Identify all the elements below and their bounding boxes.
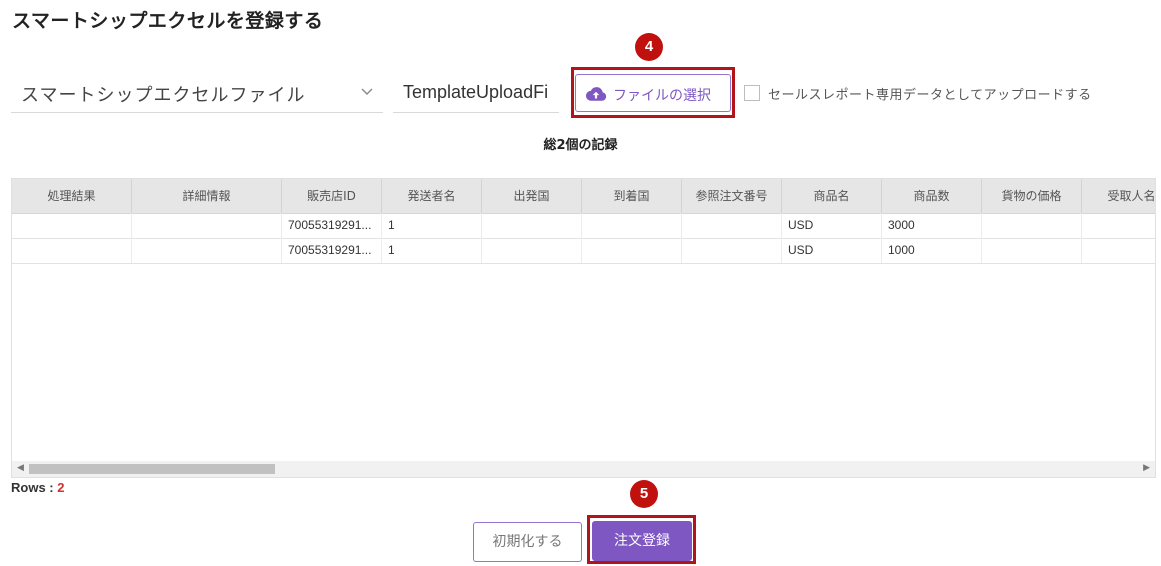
sales-report-checkbox[interactable]: [744, 85, 760, 101]
highlight-select-file: [571, 67, 735, 118]
column-header[interactable]: 参照注文番号: [682, 179, 782, 213]
column-header[interactable]: 発送者名: [382, 179, 482, 213]
page-title: スマートシップエクセルを登録する: [12, 10, 324, 32]
table-cell: [682, 213, 782, 238]
table-row[interactable]: 70055319291... 1 USD 3000: [12, 213, 1155, 239]
reset-button[interactable]: 初期化する: [473, 522, 582, 562]
column-header[interactable]: 処理結果: [12, 179, 132, 213]
step-badge-4: 4: [635, 33, 663, 61]
column-header[interactable]: 商品数: [882, 179, 982, 213]
table-cell: 70055319291...: [282, 213, 382, 238]
table-row[interactable]: 70055319291... 1 USD 1000: [12, 238, 1155, 264]
sales-report-checkbox-label: セールスレポート専用データとしてアップロードする: [768, 88, 1092, 103]
column-header[interactable]: 詳細情報: [132, 179, 282, 213]
column-header[interactable]: 販売店ID: [282, 179, 382, 213]
column-header[interactable]: 貨物の価格: [982, 179, 1082, 213]
column-header[interactable]: 到着国: [582, 179, 682, 213]
file-name-input[interactable]: TemplateUploadFi: [393, 72, 559, 113]
table-cell: [12, 213, 132, 238]
table-cell: [482, 238, 582, 263]
table-cell: [582, 213, 682, 238]
table-cell: 1: [382, 238, 482, 263]
table-cell: [982, 238, 1082, 263]
chevron-down-icon: [361, 88, 373, 95]
grid-header: 処理結果 詳細情報 販売店ID 発送者名 出発国 到着国 参照注文番号 商品名 …: [12, 179, 1155, 214]
table-cell: [582, 238, 682, 263]
rows-label: Rows :: [11, 480, 58, 495]
horizontal-scrollbar[interactable]: ◀ ▶: [12, 461, 1155, 477]
column-header[interactable]: 出発国: [482, 179, 582, 213]
table-cell: [132, 238, 282, 263]
rows-counter: Rows : 2: [11, 480, 64, 495]
table-cell: [132, 213, 282, 238]
column-header[interactable]: 受取人名: [1082, 179, 1155, 213]
file-type-select[interactable]: スマートシップエクセルファイル: [11, 72, 383, 113]
scrollbar-thumb[interactable]: [29, 464, 275, 474]
step-badge-5: 5: [630, 480, 658, 508]
file-type-select-value: スマートシップエクセルファイル: [21, 85, 306, 106]
column-header[interactable]: 商品名: [782, 179, 882, 213]
table-cell: [1082, 213, 1155, 238]
highlight-submit: [587, 515, 696, 564]
rows-count: 2: [57, 480, 65, 495]
table-cell: USD: [782, 213, 882, 238]
scroll-right-icon[interactable]: ▶: [1143, 463, 1150, 473]
table-cell: [682, 238, 782, 263]
table-cell: 1000: [882, 238, 982, 263]
table-cell: 1: [382, 213, 482, 238]
upload-data-grid: 処理結果 詳細情報 販売店ID 発送者名 出発国 到着国 参照注文番号 商品名 …: [11, 178, 1156, 478]
table-cell: [982, 213, 1082, 238]
table-cell: [12, 238, 132, 263]
record-count: 総2個の記録: [543, 138, 618, 153]
table-cell: [482, 213, 582, 238]
table-cell: 3000: [882, 213, 982, 238]
table-cell: 70055319291...: [282, 238, 382, 263]
scroll-left-icon[interactable]: ◀: [17, 463, 24, 473]
table-cell: USD: [782, 238, 882, 263]
table-cell: [1082, 238, 1155, 263]
file-name-value: TemplateUploadFi: [403, 82, 549, 102]
